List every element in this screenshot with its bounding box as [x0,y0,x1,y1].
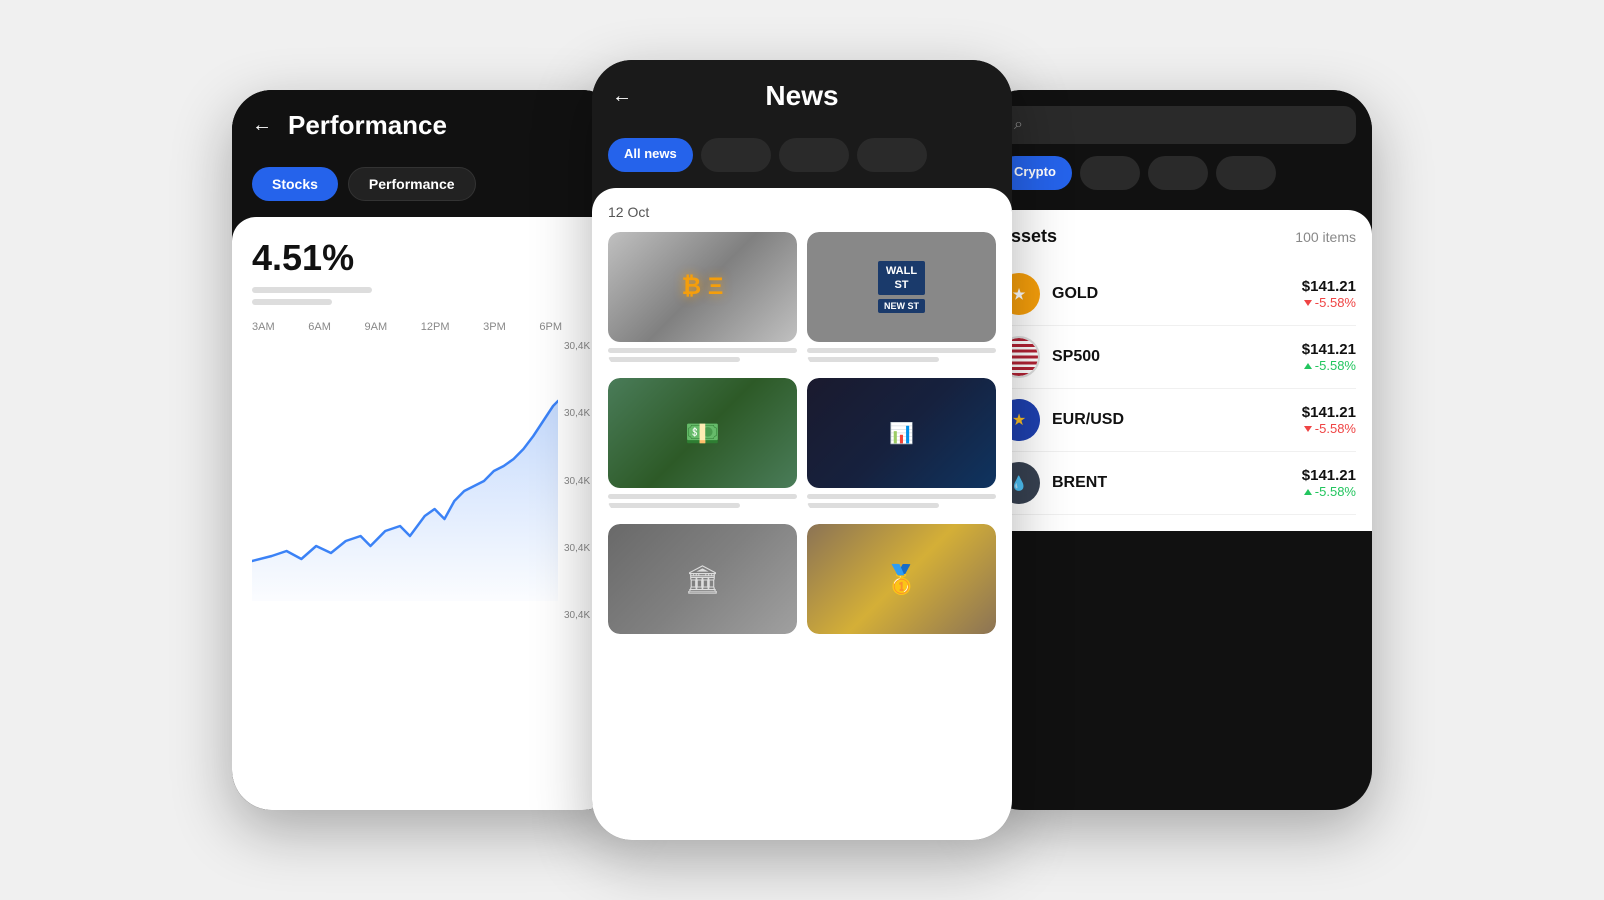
crypto-content: Assets 100 items ★ GOLD $141.21 -5.58% [982,210,1372,531]
performance-value: 4.51% [252,237,602,279]
news-img-gold: 🥇 [807,524,996,634]
chart-x-labels: 3AM 6AM 9AM 12PM 3PM 6PM [252,321,602,333]
news-content: 12 Oct WALLST NEW ST [592,188,1012,840]
svg-text:★: ★ [1013,286,1026,302]
triangle-up-sp500 [1304,363,1312,369]
asset-row-eurusd[interactable]: ★ EUR/USD $141.21 -5.58% [998,389,1356,452]
text-line [608,494,797,499]
asset-name-brent: BRENT [1052,474,1302,492]
news-card-crypto[interactable] [608,232,797,366]
asset-price-area-eurusd: $141.21 -5.58% [1302,404,1356,436]
subtitle-line-2 [252,299,332,305]
asset-change-gold: -5.58% [1302,295,1356,310]
text-line [608,357,740,362]
news-img-crypto [608,232,797,342]
x-label-3pm: 3PM [483,321,506,333]
performance-subtitle [252,287,602,305]
phone-performance: ← Performance Stocks Performance 4.51% 3… [232,90,622,810]
performance-tabs: Stocks Performance [232,157,622,217]
text-line [807,348,996,353]
asset-change-brent: -5.58% [1302,484,1356,499]
text-line [608,503,740,508]
crypto-header: ⌕ Crypto [982,90,1372,210]
asset-row-sp500[interactable]: SP500 $141.21 -5.58% [998,326,1356,389]
asset-price-area-brent: $141.21 -5.58% [1302,467,1356,499]
asset-row-gold[interactable]: ★ GOLD $141.21 -5.58% [998,263,1356,326]
asset-row-brent[interactable]: 💧 BRENT $141.21 -5.58% [998,452,1356,515]
asset-name-gold: GOLD [1052,285,1302,303]
subtitle-line-1 [252,287,372,293]
text-line [807,494,996,499]
back-arrow-center[interactable]: ← [612,85,632,108]
news-card-wallstreet[interactable]: WALLST NEW ST [807,232,996,366]
triangle-up-brent [1304,489,1312,495]
news-img-trader: 📊 [807,378,996,488]
search-icon: ⌕ [1014,116,1023,134]
x-label-12pm: 12PM [421,321,450,333]
asset-price-brent: $141.21 [1302,467,1356,484]
news-img-building: 🏛 [608,524,797,634]
x-label-6am: 6AM [308,321,331,333]
chart-svg-area [252,341,558,621]
news-grid-3: 🏛 🥇 [608,524,996,634]
news-header: ← News [592,60,1012,128]
performance-title: Performance [288,110,447,141]
crypto-tab-3[interactable] [1148,156,1208,190]
news-text-money [608,494,797,508]
search-bar[interactable]: ⌕ [998,106,1356,144]
text-line [807,503,939,508]
crypto-tab-2[interactable] [1080,156,1140,190]
performance-chart: 3AM 6AM 9AM 12PM 3PM 6PM [252,321,602,641]
news-grid-2: 💵 📊 [608,378,996,512]
text-line [807,357,939,362]
asset-price-gold: $141.21 [1302,278,1356,295]
tab-performance[interactable]: Performance [348,167,476,201]
triangle-down-gold [1304,300,1312,306]
x-label-3am: 3AM [252,321,275,333]
filter-tab-4[interactable] [857,138,927,172]
news-img-money: 💵 [608,378,797,488]
news-title: News [765,80,838,112]
triangle-down-eurusd [1304,426,1312,432]
news-card-gold[interactable]: 🥇 [807,524,996,634]
asset-change-eurusd: -5.58% [1302,421,1356,436]
crypto-tab-4[interactable] [1216,156,1276,190]
asset-name-sp500: SP500 [1052,348,1302,366]
asset-name-eurusd: EUR/USD [1052,411,1302,429]
filter-tab-2[interactable] [701,138,771,172]
news-card-trader[interactable]: 📊 [807,378,996,512]
asset-change-sp500: -5.58% [1302,358,1356,373]
asset-price-eurusd: $141.21 [1302,404,1356,421]
phone-news: ← News All news 12 Oct [592,60,1012,840]
svg-text:💧: 💧 [1010,475,1027,492]
news-date: 12 Oct [608,204,996,220]
asset-price-area-sp500: $141.21 -5.58% [1302,341,1356,373]
news-grid-1: WALLST NEW ST [608,232,996,366]
chart-svg [252,341,558,601]
x-label-6pm: 6PM [539,321,562,333]
text-line [608,348,797,353]
crypto-filter-tabs: Crypto [998,144,1356,194]
back-arrow-left[interactable]: ← [252,114,272,137]
assets-count: 100 items [1295,229,1356,245]
news-img-wallstreet: WALLST NEW ST [807,232,996,342]
filter-tab-3[interactable] [779,138,849,172]
phone-crypto: ⌕ Crypto Assets 100 items [982,90,1372,810]
news-text-wallstreet [807,348,996,362]
x-label-9am: 9AM [365,321,388,333]
news-text-crypto [608,348,797,362]
news-filter-tabs: All news [592,128,1012,188]
news-card-building[interactable]: 🏛 [608,524,797,634]
asset-price-sp500: $141.21 [1302,341,1356,358]
performance-header: ← Performance [232,90,622,157]
assets-header: Assets 100 items [998,226,1356,247]
tab-stocks[interactable]: Stocks [252,167,338,201]
performance-content: 4.51% 3AM 6AM 9AM 12PM 3PM 6PM [232,217,622,810]
news-card-money[interactable]: 💵 [608,378,797,512]
news-text-trader [807,494,996,508]
chart-wrapper: 30,4K 30,4K 30,4K 30,4K 30,4K [252,341,602,621]
screens-container: ← Performance Stocks Performance 4.51% 3… [0,20,1604,880]
filter-tab-all-news[interactable]: All news [608,138,693,172]
asset-price-area-gold: $141.21 -5.58% [1302,278,1356,310]
